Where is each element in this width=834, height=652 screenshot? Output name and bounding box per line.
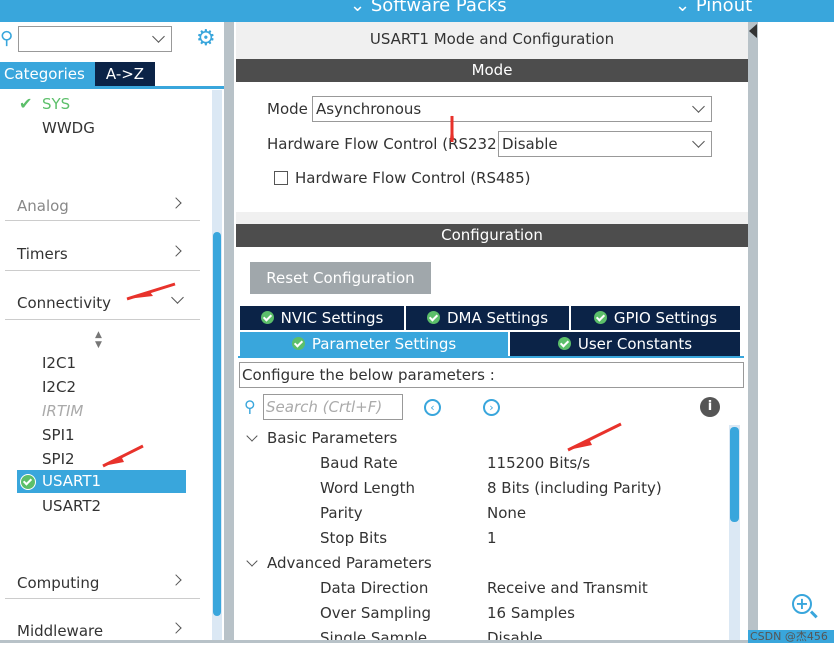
red-arrow-line (567, 422, 622, 452)
red-arrow-line (102, 444, 144, 468)
annotation-arrows (102, 115, 622, 468)
red-arrow-line (126, 282, 176, 301)
